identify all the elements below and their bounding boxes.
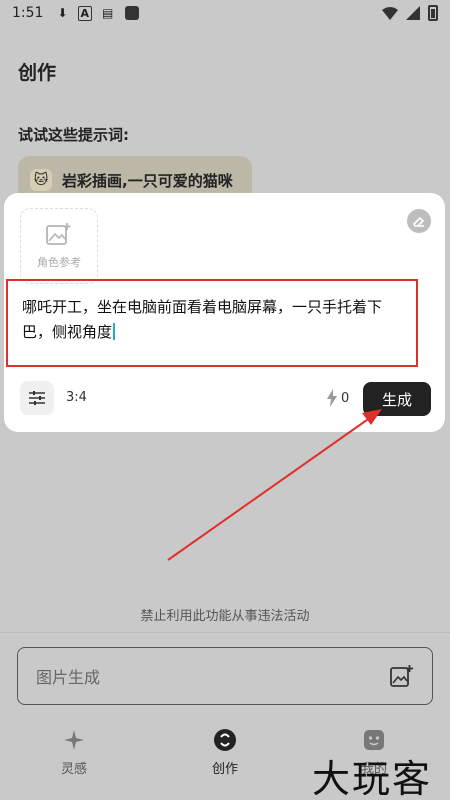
prompt-input[interactable]: 哪吒开工，坐在电脑前面看着电脑屏幕，一只手托着下巴，侧视角度 bbox=[6, 279, 418, 367]
tab-create[interactable]: 创作 bbox=[180, 728, 270, 777]
cat-icon: 🐱 bbox=[30, 169, 52, 191]
tab-create-label: 创作 bbox=[211, 762, 238, 777]
suggestion-chip-text: 岩彩插画,一只可爱的猫咪 bbox=[62, 171, 233, 190]
tab-inspiration[interactable]: 灵感 bbox=[29, 728, 119, 777]
create-icon bbox=[213, 728, 237, 752]
eraser-icon bbox=[413, 216, 425, 227]
generate-button[interactable]: 生成 bbox=[363, 382, 431, 416]
suggestions-title: 试试这些提示词: bbox=[18, 126, 129, 144]
lightning-icon bbox=[327, 389, 337, 407]
wifi-icon bbox=[382, 6, 398, 20]
character-reference-label: 角色参考 bbox=[37, 256, 81, 269]
settings-button[interactable] bbox=[20, 381, 54, 415]
image-generation-input[interactable]: 图片生成 bbox=[17, 647, 433, 705]
add-image-icon bbox=[46, 223, 71, 245]
status-bar: 1:51 ⬇ A ▤ bbox=[0, 0, 450, 26]
add-image-icon[interactable] bbox=[390, 664, 414, 688]
app-square-icon bbox=[125, 6, 140, 20]
prompt-text: 哪吒开工，坐在电脑前面看着电脑屏幕，一只手托着下巴，侧视角度 bbox=[22, 298, 383, 341]
legal-notice: 禁止利用此功能从事违法活动 bbox=[140, 609, 310, 624]
tab-inspiration-label: 灵感 bbox=[60, 762, 87, 777]
app-a-icon: A bbox=[77, 5, 93, 21]
battery-icon bbox=[428, 5, 438, 21]
text-cursor bbox=[113, 323, 116, 340]
credit-value: 0 bbox=[341, 390, 350, 406]
sliders-icon bbox=[29, 391, 45, 405]
composer-card: 角色参考 哪吒开工，坐在电脑前面看着电脑屏幕，一只手托着下巴，侧视角度 3:4 … bbox=[4, 193, 445, 432]
credit-cost: 0 bbox=[326, 389, 349, 407]
page-title: 创作 bbox=[18, 62, 57, 84]
character-reference-upload[interactable]: 角色参考 bbox=[20, 208, 98, 284]
aspect-ratio[interactable]: 3:4 bbox=[66, 390, 87, 405]
clear-button[interactable] bbox=[407, 209, 431, 233]
signal-icon bbox=[406, 6, 420, 20]
download-icon: ⬇ bbox=[57, 6, 68, 20]
sparkle-icon bbox=[62, 728, 86, 752]
sim-icon: ▤ bbox=[102, 6, 114, 20]
watermark: 大玩客 bbox=[312, 757, 433, 800]
status-time: 1:51 bbox=[12, 5, 44, 21]
divider bbox=[0, 632, 450, 633]
image-generation-placeholder: 图片生成 bbox=[36, 668, 101, 687]
